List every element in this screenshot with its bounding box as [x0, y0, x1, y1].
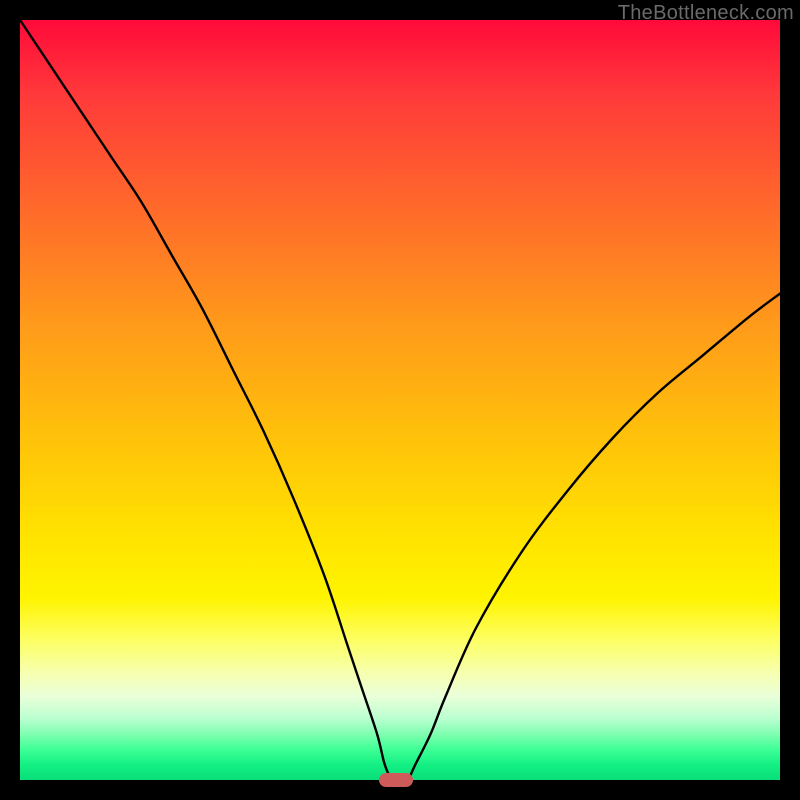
- watermark-text: TheBottleneck.com: [618, 2, 794, 25]
- bottleneck-curve: [20, 20, 780, 780]
- plot-area: [20, 20, 780, 780]
- optimum-marker: [379, 773, 413, 787]
- chart-frame: TheBottleneck.com: [0, 0, 800, 800]
